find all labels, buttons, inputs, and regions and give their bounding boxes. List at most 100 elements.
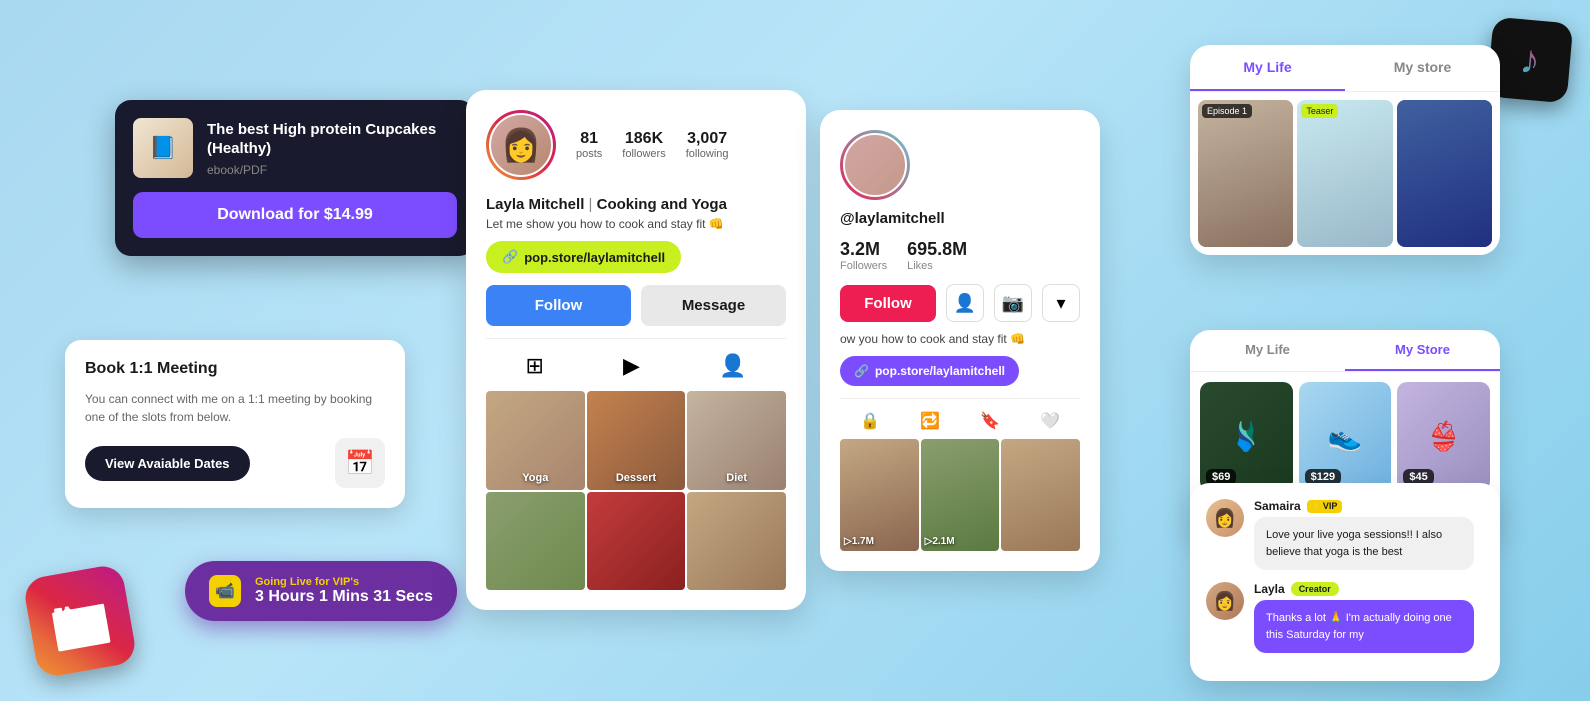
tt-tabs: 🔒 🔁 🔖 🤍 <box>840 398 1080 439</box>
live-timer: 3 Hours 1 Mins 31 Secs <box>255 588 433 606</box>
tt-bookmark-tab[interactable]: 🔖 <box>980 411 1000 431</box>
posts-count: 81 <box>576 130 602 148</box>
tt-person-icon-btn[interactable]: 👤 <box>946 284 984 322</box>
tt-more-btn[interactable]: ▾ <box>1042 284 1080 322</box>
meeting-card: Book 1:1 Meeting You can connect with me… <box>65 340 405 508</box>
ig-bio: Let me show you how to cook and stay fit… <box>486 217 786 231</box>
ebook-title: The best High protein Cupcakes (Healthy) <box>207 120 457 159</box>
store-items: 🩱 $69 👟 $129 👙 $45 <box>1190 372 1500 501</box>
ig-avatar: 👩 <box>489 113 553 177</box>
avatar-emoji: 👩 <box>501 126 541 164</box>
ig-profile-top: 👩 81 posts 186K followers 3,007 followin… <box>486 110 786 180</box>
tiktok-logo: ♪ <box>1518 37 1542 84</box>
tt-grid-cell-2: ▷2.1M <box>921 439 1000 551</box>
mystore-tab-1[interactable]: My Life <box>1190 330 1345 371</box>
mylife-cell-1: Episode 1 <box>1198 100 1293 247</box>
ebook-thumbnail: 📘 <box>133 118 193 178</box>
tt-follow-button[interactable]: Follow <box>840 285 936 322</box>
grid-cell-yoga: Yoga <box>486 391 585 490</box>
layla-name-row: Layla Creator <box>1254 582 1474 596</box>
mylife-panel: My Life My store Episode 1 Teaser <box>1190 45 1500 255</box>
message-button[interactable]: Message <box>641 285 786 326</box>
samaira-name-row: Samaira ⚡VIP <box>1254 499 1474 513</box>
link-icon: 🔗 <box>502 249 518 265</box>
tt-handle: @laylamitchell <box>840 210 1080 227</box>
reels-tab-icon[interactable]: ▶ <box>623 353 640 379</box>
grid-cell-food1 <box>486 492 585 591</box>
ebook-card: 📘 The best High protein Cupcakes (Health… <box>115 100 475 256</box>
ig-stats: 81 posts 186K followers 3,007 following <box>576 130 729 160</box>
followers-count: 186K <box>622 130 665 148</box>
ig-category: Cooking and Yoga <box>597 196 727 213</box>
tt-retweet-tab[interactable]: 🔁 <box>920 411 940 431</box>
grid-cell-diet: Diet <box>687 391 786 490</box>
view-dates-button[interactable]: View Avaiable Dates <box>85 446 250 481</box>
ig-name-text: Layla Mitchell <box>486 196 584 213</box>
mystore-tab-2[interactable]: My Store <box>1345 330 1500 371</box>
live-card: 📹 Going Live for VIP's 3 Hours 1 Mins 31… <box>185 561 457 621</box>
mylife-cell-inner-2 <box>1297 100 1392 247</box>
samaira-message: Love your live yoga sessions!! I also be… <box>1254 517 1474 570</box>
tt-stats: 3.2M Followers 695.8M Likes <box>840 239 1080 272</box>
tt-grid: ▷1.7M ▷2.1M <box>840 439 1080 551</box>
mylife-cell-2: Teaser <box>1297 100 1392 247</box>
chat-card: 👩 Samaira ⚡VIP Love your live yoga sessi… <box>1190 483 1500 681</box>
followers-label: followers <box>622 148 665 160</box>
ig-avatar-ring: 👩 <box>486 110 556 180</box>
tt-bio: ow you how to cook and stay fit 👊 <box>840 332 1080 346</box>
ig-following-stat: 3,007 following <box>686 130 729 160</box>
creator-badge: Creator <box>1291 582 1339 596</box>
ig-link[interactable]: 🔗 pop.store/laylamitchell <box>486 241 681 273</box>
tt-followers-count: 3.2M <box>840 239 887 260</box>
tt-lock-tab[interactable]: 🔒 <box>860 411 880 431</box>
vip-badge: ⚡VIP <box>1307 500 1343 513</box>
chat-message-2: 👩 Layla Creator Thanks a lot 🙏 I'm actua… <box>1206 582 1484 653</box>
store-item-outfit: 👙 $45 <box>1397 382 1490 491</box>
mylife-grid: Episode 1 Teaser <box>1190 92 1500 255</box>
ig-grid: Yoga Dessert Diet <box>486 391 786 590</box>
chat-bubble-1-container: Samaira ⚡VIP Love your live yoga session… <box>1254 499 1474 570</box>
tt-likes-label: Likes <box>907 260 967 272</box>
chat-bubble-2-container: Layla Creator Thanks a lot 🙏 I'm actuall… <box>1254 582 1474 653</box>
mylife-tabs: My Life My store <box>1190 45 1500 92</box>
episode-badge-1: Episode 1 <box>1202 104 1252 118</box>
tt-likes-count: 695.8M <box>907 239 967 260</box>
teaser-badge: Teaser <box>1301 104 1338 118</box>
following-label: following <box>686 148 729 160</box>
ig-followers-stat: 186K followers <box>622 130 665 160</box>
tt-views-2: ▷2.1M <box>925 536 955 547</box>
live-text: Going Live for VIP's 3 Hours 1 Mins 31 S… <box>255 576 433 606</box>
tagged-tab-icon[interactable]: 👤 <box>719 353 746 379</box>
ig-posts-stat: 81 posts <box>576 130 602 160</box>
mystore-tabs: My Life My Store <box>1190 330 1500 372</box>
ig-actions: Follow Message <box>486 285 786 326</box>
tt-actions: Follow 👤 📷 ▾ <box>840 284 1080 322</box>
posts-label: posts <box>576 148 602 160</box>
tt-followers-label: Followers <box>840 260 887 272</box>
grid-cell-food2 <box>587 492 686 591</box>
tt-avatar-ring <box>840 130 910 200</box>
follow-button[interactable]: Follow <box>486 285 631 326</box>
tt-likes-stat: 695.8M Likes <box>907 239 967 272</box>
grid-cell-dessert: Dessert <box>587 391 686 490</box>
tt-heart-tab[interactable]: 🤍 <box>1040 411 1060 431</box>
tt-link-icon: 🔗 <box>854 364 869 378</box>
mylife-tab-1[interactable]: My Life <box>1190 45 1345 91</box>
tt-follow-label: F <box>864 295 873 312</box>
grid-tab-icon[interactable]: ⊞ <box>526 353 544 379</box>
mylife-tab-2[interactable]: My store <box>1345 45 1500 91</box>
tt-avatar <box>843 133 907 197</box>
store-item-leggings: 🩱 $69 <box>1200 382 1293 491</box>
tiktok-profile-card: @laylamitchell 3.2M Followers 695.8M Lik… <box>820 110 1100 571</box>
tt-link[interactable]: 🔗 pop.store/laylamitchell <box>840 356 1019 386</box>
layla-avatar: 👩 <box>1206 582 1244 620</box>
tt-views-1: ▷1.7M <box>844 536 874 547</box>
calendar-icon: 📅 <box>335 438 385 488</box>
instagram-icon <box>22 563 138 679</box>
grid-cell-girl <box>687 492 786 591</box>
live-vip-label: Going Live for VIP's <box>255 576 433 588</box>
download-button[interactable]: Download for $14.99 <box>133 192 457 238</box>
tt-instagram-icon-btn[interactable]: 📷 <box>994 284 1032 322</box>
layla-message: Thanks a lot 🙏 I'm actually doing one th… <box>1254 600 1474 653</box>
ig-name: Layla Mitchell | Cooking and Yoga <box>486 196 786 213</box>
